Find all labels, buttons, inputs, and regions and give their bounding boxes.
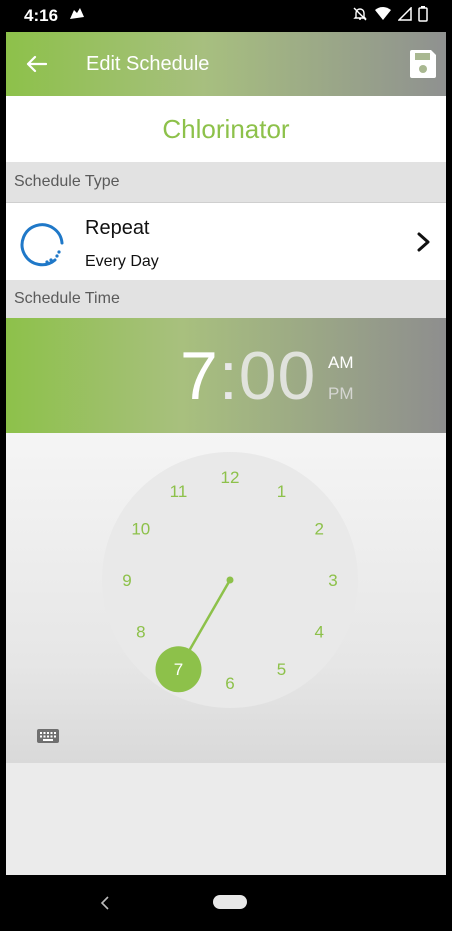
clock-center-dot <box>226 576 234 584</box>
status-time: 4:16 <box>24 6 59 25</box>
schedule-time-header: Schedule Time <box>6 280 446 318</box>
schedule-type-row[interactable]: Repeat Every Day <box>6 202 446 280</box>
page-title: Edit Schedule <box>86 52 210 75</box>
app-bar: Edit Schedule <box>6 32 446 96</box>
repeat-icon <box>20 223 64 267</box>
dial-hour-12[interactable]: 12 <box>221 468 240 487</box>
floppy-disk-icon <box>410 50 436 78</box>
dial-hour-6[interactable]: 6 <box>225 674 234 693</box>
minute-value[interactable]: 00 <box>239 338 317 414</box>
chevron-right-icon <box>417 232 430 252</box>
nav-home-button[interactable] <box>213 895 247 909</box>
battery-icon <box>418 5 428 27</box>
dial-hour-5[interactable]: 5 <box>277 660 286 679</box>
hour-value[interactable]: 7 <box>180 338 219 414</box>
device-name: Chlorinator <box>6 96 446 162</box>
dial-hour-1[interactable]: 1 <box>277 482 286 501</box>
time-separator: : <box>218 338 239 414</box>
status-bar: 4:16 <box>6 0 446 32</box>
dial-hour-7[interactable]: 7 <box>174 660 183 679</box>
wifi-icon <box>374 6 392 26</box>
dial-hour-2[interactable]: 2 <box>314 520 323 539</box>
empty-area <box>6 763 446 875</box>
system-nav-bar <box>6 875 446 931</box>
dial-hour-8[interactable]: 8 <box>136 623 145 642</box>
time-readout: 7:00 <box>180 337 316 415</box>
save-button[interactable] <box>408 48 438 80</box>
back-button[interactable] <box>6 32 66 96</box>
am-toggle[interactable]: AM <box>328 353 354 373</box>
dial-hour-3[interactable]: 3 <box>328 571 337 590</box>
schedule-type-header: Schedule Type <box>6 162 446 202</box>
keyboard-icon[interactable] <box>36 727 60 745</box>
schedule-type-value: Every Day <box>85 253 159 270</box>
time-picker: 12 1 2 3 4 5 6 7 8 9 10 11 <box>6 433 446 763</box>
time-display: 7:00 AM PM <box>6 318 446 433</box>
dial-hour-11[interactable]: 11 <box>170 482 188 501</box>
dial-hour-4[interactable]: 4 <box>314 623 323 642</box>
mute-icon <box>352 6 368 27</box>
phone-screen: 4:16 Edit Schedule Chlorinator Schedule … <box>6 0 446 931</box>
notification-icon <box>68 7 86 25</box>
dial-hour-10[interactable]: 10 <box>131 520 150 539</box>
signal-icon <box>397 6 412 26</box>
arrow-left-icon <box>26 55 47 73</box>
dial-hour-9[interactable]: 9 <box>122 571 131 590</box>
nav-back-icon[interactable] <box>99 895 111 911</box>
pm-toggle[interactable]: PM <box>328 384 354 404</box>
schedule-type-label: Repeat <box>85 217 150 239</box>
clock-dial[interactable]: 121234567891011 <box>6 433 446 763</box>
